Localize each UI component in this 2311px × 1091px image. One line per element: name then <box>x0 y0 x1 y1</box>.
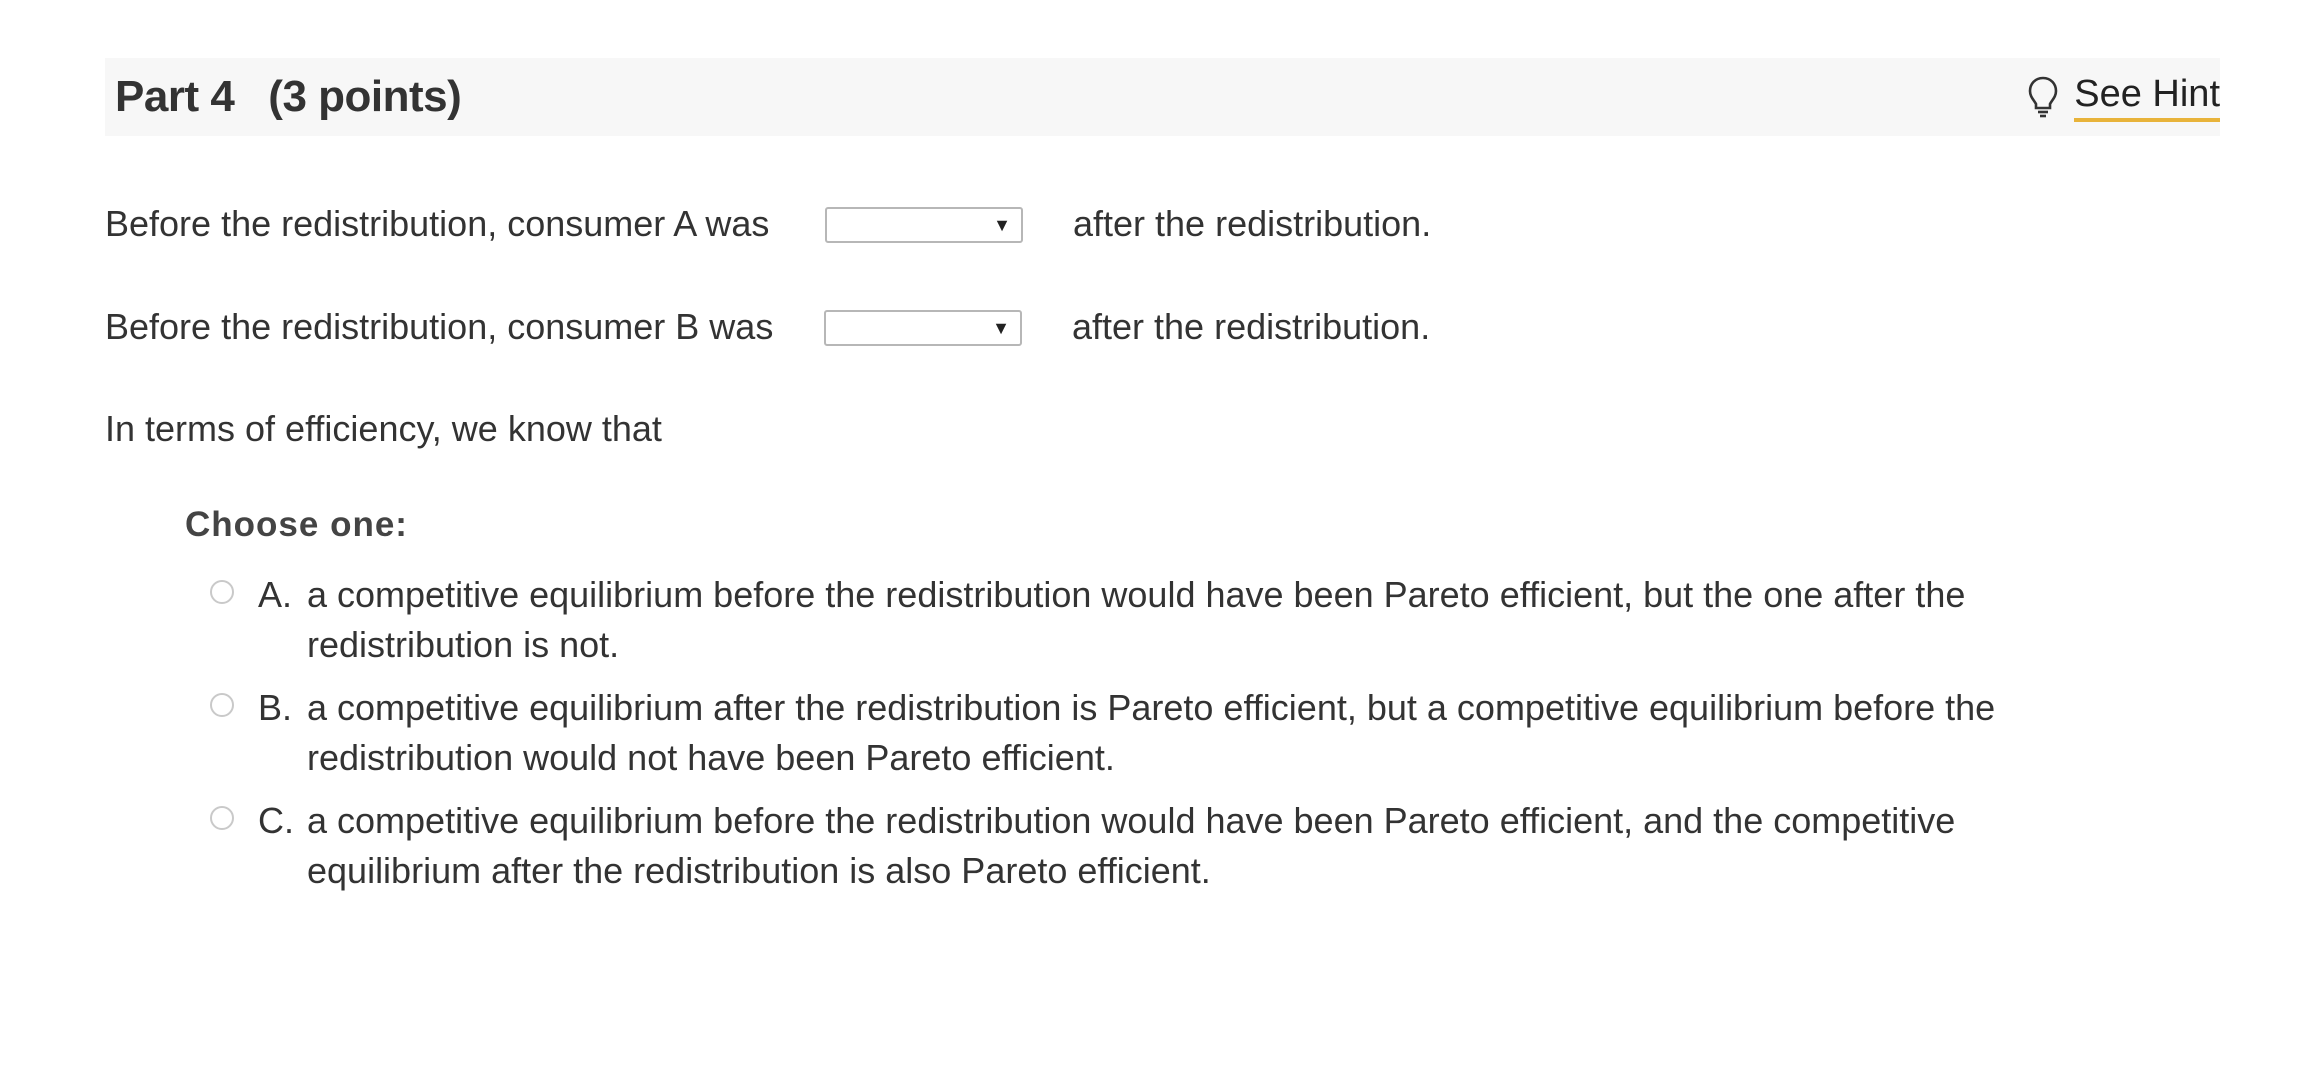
part-number: Part 4 <box>115 72 235 121</box>
option-c[interactable]: C. a competitive equilibrium before the … <box>210 796 2110 896</box>
option-c-text: a competitive equilibrium before the red… <box>307 800 1956 891</box>
option-c-radio[interactable] <box>210 806 234 830</box>
see-hint-label[interactable]: See Hint <box>2074 72 2220 122</box>
option-b-letter: B. <box>258 687 293 728</box>
chevron-down-icon: ▼ <box>992 318 1010 338</box>
option-a-letter: A. <box>258 574 293 615</box>
option-c-letter: C. <box>258 800 294 841</box>
part-title: Part 4 (3 points) <box>115 58 462 136</box>
consumer-a-select[interactable]: ▼ <box>825 207 1023 243</box>
lightbulb-icon <box>2028 75 2058 119</box>
part-points: (3 points) <box>268 72 462 121</box>
question-a-suffix: after the redistribution. <box>1073 203 1432 244</box>
option-a-text: a competitive equilibrium before the red… <box>307 574 1966 665</box>
option-a-radio[interactable] <box>210 580 234 604</box>
efficiency-prompt: In terms of efficiency, we know that <box>105 408 662 449</box>
consumer-b-select[interactable]: ▼ <box>824 310 1022 346</box>
choose-one-label: Choose one: <box>185 505 408 544</box>
chevron-down-icon: ▼ <box>993 215 1011 235</box>
question-a-prefix: Before the redistribution, consumer A wa… <box>105 203 770 244</box>
option-b-radio[interactable] <box>210 693 234 717</box>
question-b-suffix: after the redistribution. <box>1072 306 1431 347</box>
option-b[interactable]: B. a competitive equilibrium after the r… <box>210 683 2110 783</box>
question-b-prefix: Before the redistribution, consumer B wa… <box>105 306 774 347</box>
option-a[interactable]: A. a competitive equilibrium before the … <box>210 570 2110 670</box>
part-header: Part 4 (3 points) See Hint <box>105 58 2220 136</box>
option-b-text: a competitive equilibrium after the redi… <box>307 687 1996 778</box>
see-hint-link[interactable]: See Hint <box>2028 70 2220 124</box>
